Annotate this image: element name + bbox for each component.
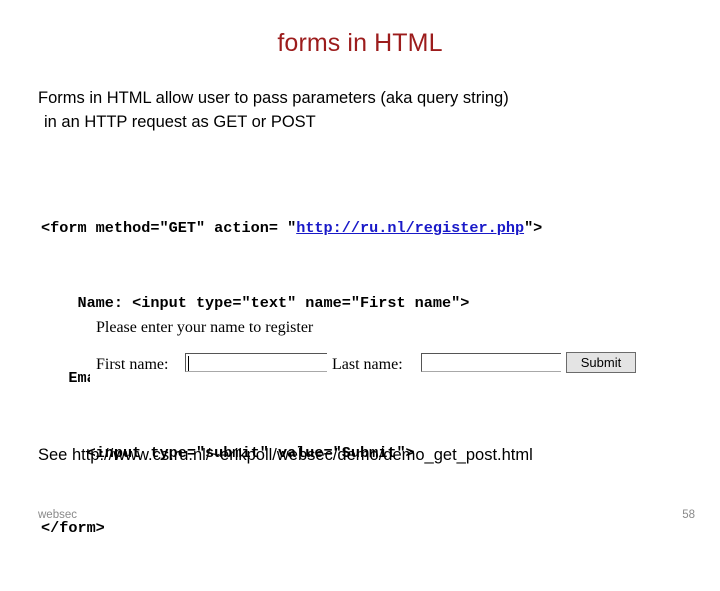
first-name-input[interactable]: [185, 353, 327, 372]
submit-button[interactable]: Submit: [566, 352, 636, 373]
footer-page-number: 58: [682, 509, 695, 521]
footer-course-label: websec: [38, 509, 77, 521]
code-line-1-prefix: <form method="GET" action= ": [41, 219, 297, 237]
code-action-url-link[interactable]: http://ru.nl/register.php: [296, 219, 524, 237]
intro-line-2: in an HTTP request as GET or POST: [44, 113, 316, 131]
last-name-label: Last name:: [332, 356, 403, 373]
intro-line-1: Forms in HTML allow user to pass paramet…: [38, 89, 509, 107]
demo-url-line: See http://www.cs.ru.nl/~erikpoll/websec…: [38, 446, 533, 464]
last-name-input[interactable]: [421, 353, 561, 372]
slide-canvas: forms in HTML Forms in HTML allow user t…: [0, 0, 720, 540]
code-line-2: Name: <input type="text" name="First nam…: [41, 294, 470, 312]
code-line-1-suffix: ">: [524, 219, 543, 237]
text-caret: [188, 356, 189, 371]
code-line-5: </form>: [41, 519, 105, 537]
rendered-form-screenshot: Please enter your name to register First…: [90, 318, 636, 390]
first-name-label: First name:: [96, 356, 169, 373]
form-prompt-text: Please enter your name to register: [96, 319, 314, 336]
code-line-1: <form method="GET" action= "http://ru.nl…: [41, 216, 542, 241]
form-fields-row: First name: Last name: Submit: [96, 352, 636, 377]
intro-paragraph: Forms in HTML allow user to pass paramet…: [38, 86, 686, 134]
page-title: forms in HTML: [277, 29, 443, 57]
